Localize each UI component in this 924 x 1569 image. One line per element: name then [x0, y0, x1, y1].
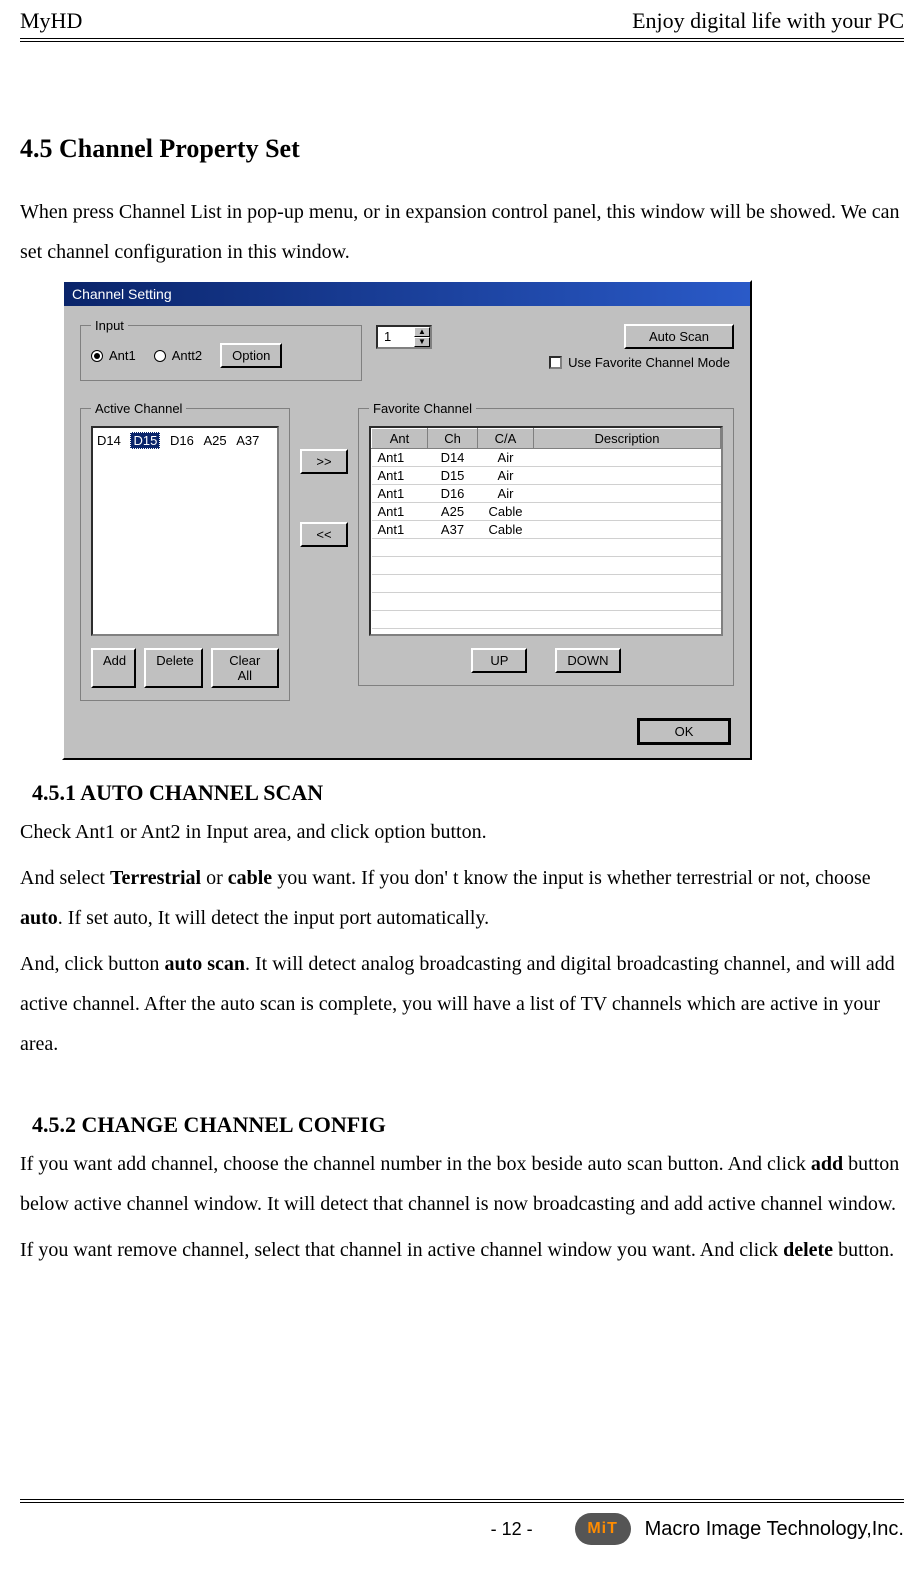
- radio-ant2-label: Antt2: [172, 348, 202, 363]
- down-button-label: DOWN: [567, 653, 608, 668]
- move-right-button[interactable]: >>: [300, 449, 348, 474]
- auto-scan-button[interactable]: Auto Scan: [624, 324, 734, 349]
- list-item[interactable]: D16: [170, 433, 194, 448]
- table-row[interactable]: Ant1D16Air: [372, 485, 721, 503]
- mit-logo-text: MiT: [575, 1513, 631, 1545]
- table-row[interactable]: Ant1A37Cable: [372, 521, 721, 539]
- up-button[interactable]: UP: [471, 648, 527, 673]
- move-left-button[interactable]: <<: [300, 522, 348, 547]
- top-right-area: 1 ▲ ▼ Auto Scan: [376, 318, 734, 370]
- active-channel-listbox[interactable]: D14 D15 D16 A25 A37: [91, 426, 279, 636]
- page-header: MyHD Enjoy digital life with your PC: [20, 0, 904, 38]
- mit-logo-icon: MiT: [575, 1513, 631, 1545]
- table-row: [372, 539, 721, 557]
- radio-ant1[interactable]: Ant1: [91, 348, 136, 363]
- header-right: Enjoy digital life with your PC: [632, 8, 904, 34]
- section-title: 4.5 Channel Property Set: [20, 134, 904, 164]
- dialog-title: Channel Setting: [72, 286, 172, 302]
- list-item[interactable]: A37: [236, 433, 259, 448]
- table-row[interactable]: Ant1D15Air: [372, 467, 721, 485]
- sub2-p1: If you want add channel, choose the chan…: [20, 1144, 904, 1224]
- table-row[interactable]: Ant1A25Cable: [372, 503, 721, 521]
- favorite-channel-table: Ant Ch C/A Description Ant1D14Air Ant1D1…: [371, 428, 721, 629]
- input-legend: Input: [91, 318, 128, 333]
- channel-number-spinner[interactable]: 1 ▲ ▼: [376, 325, 432, 349]
- sub1-p2: And select Terrestrial or cable you want…: [20, 858, 904, 938]
- active-channel-groupbox: Active Channel D14 D15 D16 A25 A37 Add D…: [80, 401, 290, 701]
- sub1-p1: Check Ant1 or Ant2 in Input area, and cl…: [20, 812, 904, 852]
- favorite-channel-table-wrap[interactable]: Ant Ch C/A Description Ant1D14Air Ant1D1…: [369, 426, 723, 636]
- subsection-452-title: 4.5.2 CHANGE CHANNEL CONFIG: [32, 1112, 904, 1138]
- chevron-down-icon[interactable]: ▼: [414, 337, 430, 347]
- option-button[interactable]: Option: [220, 343, 282, 368]
- list-item[interactable]: D14: [97, 433, 121, 448]
- ok-button[interactable]: OK: [638, 719, 730, 744]
- radio-dot-icon: [91, 350, 103, 362]
- table-row[interactable]: Ant1D14Air: [372, 449, 721, 467]
- channel-setting-dialog: Channel Setting Input Ant1 An: [62, 280, 752, 760]
- list-item[interactable]: D15: [130, 432, 160, 449]
- header-rule: [20, 38, 904, 42]
- table-row: [372, 611, 721, 629]
- sub1-p3: And, click button auto scan. It will det…: [20, 944, 904, 1064]
- dialog-body: Input Ant1 Antt2 Option: [64, 306, 750, 758]
- page-number: - 12 -: [491, 1519, 533, 1540]
- chevron-up-icon[interactable]: ▲: [414, 327, 430, 337]
- radio-dot-icon: [154, 350, 166, 362]
- radio-ant1-label: Ant1: [109, 348, 136, 363]
- add-button-label: Add: [103, 653, 126, 668]
- col-desc[interactable]: Description: [534, 429, 721, 449]
- active-channel-legend: Active Channel: [91, 401, 186, 416]
- sub2-p2: If you want remove channel, select that …: [20, 1230, 904, 1270]
- page-content: 4.5 Channel Property Set When press Chan…: [20, 44, 904, 1270]
- ok-button-label: OK: [675, 724, 694, 739]
- move-left-label: <<: [316, 527, 331, 542]
- page-footer: - 12 - MiT Macro Image Technology,Inc.: [20, 1499, 904, 1545]
- col-ch[interactable]: Ch: [428, 429, 478, 449]
- header-left: MyHD: [20, 8, 82, 34]
- delete-button-label: Delete: [156, 653, 194, 668]
- list-item[interactable]: A25: [203, 433, 226, 448]
- table-row: [372, 557, 721, 575]
- favorite-channel-legend: Favorite Channel: [369, 401, 476, 416]
- dialog-titlebar: Channel Setting: [64, 282, 750, 306]
- company-name: Macro Image Technology,Inc.: [645, 1518, 904, 1541]
- footer-rule: [20, 1499, 904, 1503]
- favorite-mode-checkbox[interactable]: Use Favorite Channel Mode: [376, 355, 734, 370]
- clear-all-button-label: Clear All: [229, 653, 260, 683]
- delete-button[interactable]: Delete: [144, 648, 202, 688]
- subsection-451-title: 4.5.1 AUTO CHANNEL SCAN: [32, 780, 904, 806]
- favorite-mode-label: Use Favorite Channel Mode: [568, 355, 730, 370]
- favorite-tbody: Ant1D14Air Ant1D15Air Ant1D16Air Ant1A25…: [372, 449, 721, 629]
- section-intro: When press Channel List in pop-up menu, …: [20, 192, 904, 272]
- spinner-arrows[interactable]: ▲ ▼: [414, 327, 430, 347]
- spinner-value: 1: [378, 327, 414, 347]
- col-ca[interactable]: C/A: [478, 429, 534, 449]
- table-row: [372, 575, 721, 593]
- input-groupbox: Input Ant1 Antt2 Option: [80, 318, 362, 381]
- col-ant[interactable]: Ant: [372, 429, 428, 449]
- checkbox-icon: [549, 356, 562, 369]
- table-row: [372, 593, 721, 611]
- radio-ant2[interactable]: Antt2: [154, 348, 202, 363]
- favorite-channel-groupbox: Favorite Channel Ant Ch C/A Description: [358, 401, 734, 686]
- down-button[interactable]: DOWN: [555, 648, 620, 673]
- add-button[interactable]: Add: [91, 648, 136, 688]
- option-button-label: Option: [232, 348, 270, 363]
- auto-scan-label: Auto Scan: [649, 329, 709, 344]
- move-right-label: >>: [316, 454, 331, 469]
- up-button-label: UP: [490, 653, 508, 668]
- dialog-screenshot: Channel Setting Input Ant1 An: [62, 280, 904, 760]
- clear-all-button[interactable]: Clear All: [211, 648, 279, 688]
